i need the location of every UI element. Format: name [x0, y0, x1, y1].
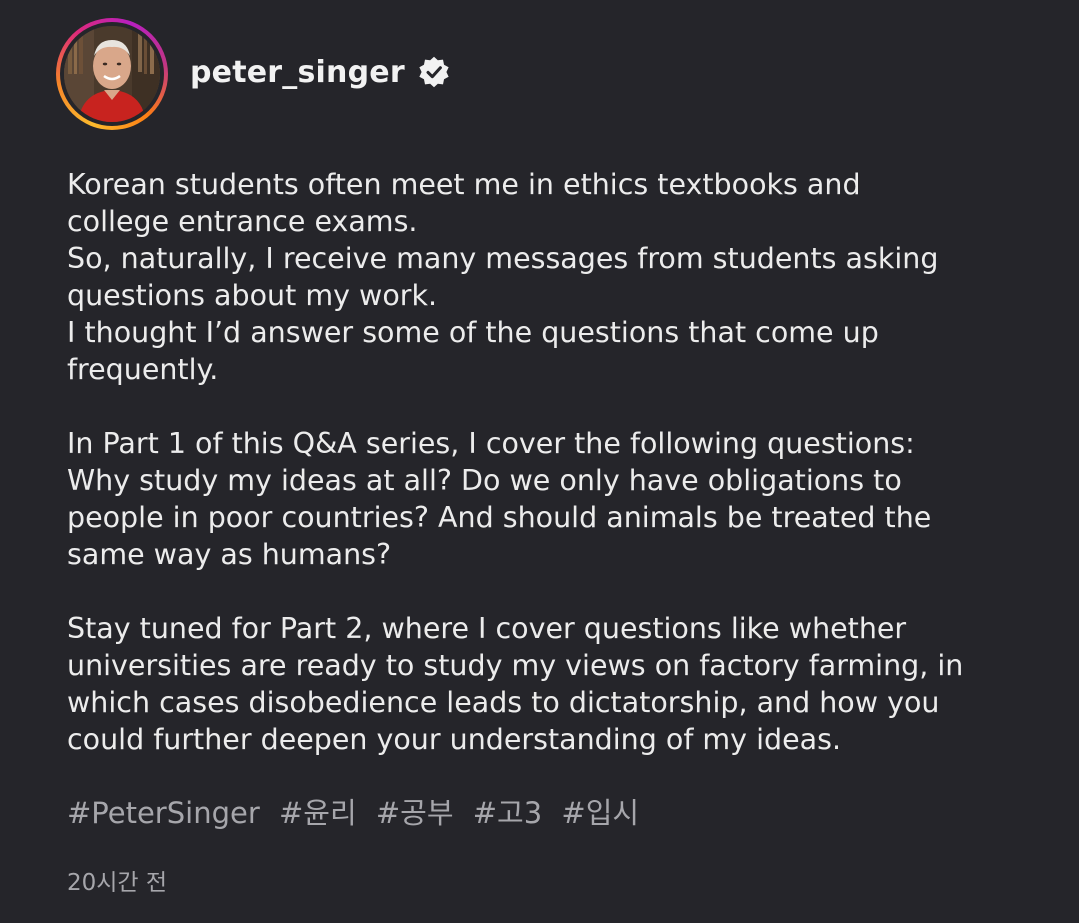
post-caption: Korean students often meet me in ethics … — [67, 166, 1057, 795]
hashtag-row: #PeterSinger #윤리 #공부 #고3 #입시 — [67, 795, 649, 832]
hashtag-link[interactable]: #PeterSinger — [67, 796, 260, 830]
caption-line: college entrance exams. — [67, 205, 418, 238]
hashtag-link[interactable]: #입시 — [561, 796, 639, 830]
verified-badge-icon — [417, 55, 451, 89]
caption-line: frequently. — [67, 353, 219, 386]
caption-line: Stay tuned for Part 2, where I cover que… — [67, 612, 907, 645]
hashtag-link[interactable]: #공부 — [376, 796, 454, 830]
caption-line: universities are ready to study my views… — [67, 649, 964, 682]
caption-line: So, naturally, I receive many messages f… — [67, 242, 939, 275]
caption-line: Why study my ideas at all? Do we only ha… — [67, 464, 902, 497]
caption-line: could further deepen your understanding … — [67, 723, 842, 756]
caption-paragraph: Stay tuned for Part 2, where I cover que… — [67, 610, 1057, 758]
caption-line: people in poor countries? And should ani… — [67, 501, 932, 534]
hashtag-link[interactable]: #윤리 — [279, 796, 357, 830]
caption-paragraph: Korean students often meet me in ethics … — [67, 166, 1057, 388]
avatar[interactable] — [64, 26, 160, 122]
caption-line: Korean students often meet me in ethics … — [67, 168, 861, 201]
username-link[interactable]: peter_singer — [190, 55, 405, 90]
caption-line: In Part 1 of this Q&A series, I cover th… — [67, 427, 915, 460]
caption-line: I thought I’d answer some of the questio… — [67, 316, 879, 349]
caption-line: which cases disobedience leads to dictat… — [67, 686, 940, 719]
caption-line: same way as humans? — [67, 538, 392, 571]
profile-photo-icon — [64, 26, 160, 122]
hashtag-link[interactable]: #고3 — [473, 796, 542, 830]
avatar-story-ring[interactable] — [56, 18, 168, 130]
post-container: peter_singer Korean students often meet … — [0, 0, 1079, 923]
post-header: peter_singer — [56, 18, 451, 130]
post-timestamp: 20시간 전 — [67, 870, 168, 896]
caption-paragraph: In Part 1 of this Q&A series, I cover th… — [67, 425, 1057, 573]
avatar-gap — [60, 22, 164, 126]
caption-line: questions about my work. — [67, 279, 438, 312]
username-row: peter_singer — [190, 55, 451, 90]
